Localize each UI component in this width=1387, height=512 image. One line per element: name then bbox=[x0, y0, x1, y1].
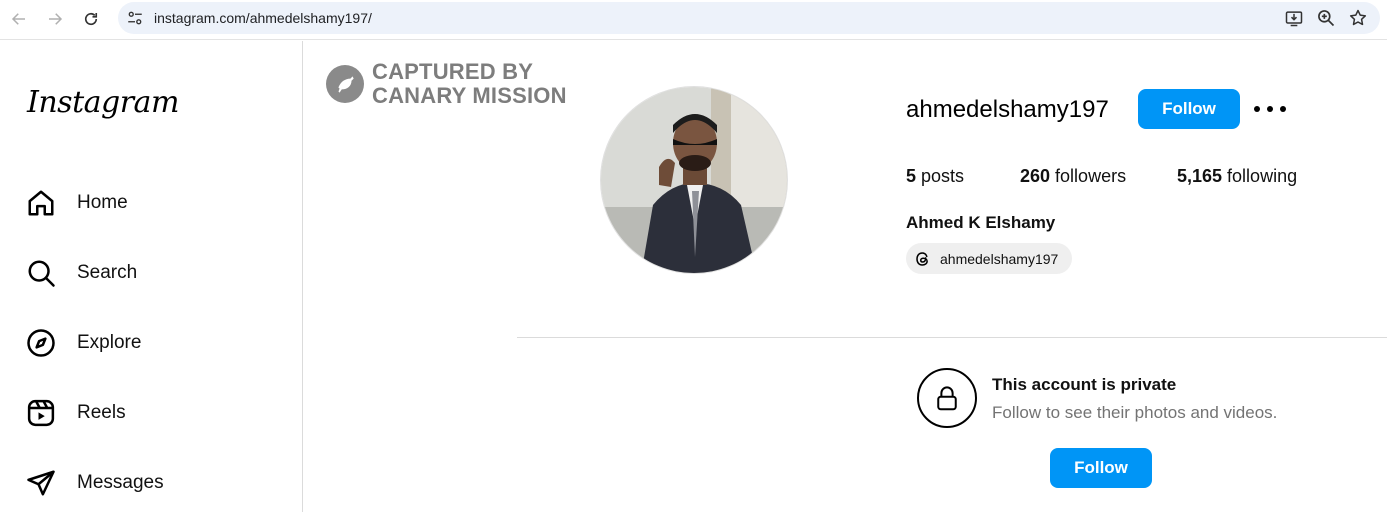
lock-icon bbox=[917, 368, 977, 428]
bookmark-star-icon[interactable] bbox=[1348, 8, 1368, 28]
following-count-label: following bbox=[1222, 166, 1298, 186]
sidebar-item-search[interactable]: Search bbox=[26, 253, 276, 293]
reels-icon bbox=[27, 399, 55, 427]
back-arrow-icon[interactable] bbox=[6, 6, 32, 32]
messages-icon bbox=[27, 470, 55, 496]
profile-avatar[interactable] bbox=[600, 86, 788, 274]
install-app-icon[interactable] bbox=[1284, 8, 1304, 28]
address-bar[interactable]: instagram.com/ahmedelshamy197/ bbox=[118, 2, 1380, 34]
forward-arrow-icon[interactable] bbox=[42, 6, 68, 32]
posts-count: 5 posts bbox=[906, 166, 964, 187]
url-text[interactable]: instagram.com/ahmedelshamy197/ bbox=[154, 10, 372, 26]
followers-count-value: 260 bbox=[1020, 166, 1051, 186]
follow-button[interactable]: Follow bbox=[1138, 89, 1240, 129]
browser-toolbar: instagram.com/ahmedelshamy197/ bbox=[0, 0, 1387, 40]
sidebar-item-label: Search bbox=[77, 262, 138, 283]
site-settings-icon[interactable] bbox=[126, 9, 144, 27]
watermark-line-1: CAPTURED BY bbox=[372, 59, 534, 84]
reload-icon[interactable] bbox=[78, 6, 104, 32]
following-count-value: 5,165 bbox=[1177, 166, 1223, 186]
following-count[interactable]: 5,165 following bbox=[1177, 166, 1297, 187]
compass-icon bbox=[27, 329, 55, 357]
private-account-subtitle: Follow to see their photos and videos. bbox=[992, 403, 1278, 422]
instagram-logo[interactable]: Instagram bbox=[27, 85, 179, 120]
posts-count-value: 5 bbox=[906, 166, 917, 186]
sidebar-item-label: Messages bbox=[77, 472, 164, 493]
zoom-icon[interactable] bbox=[1316, 8, 1336, 28]
sidebar-item-label: Reels bbox=[77, 402, 126, 423]
threads-icon bbox=[916, 251, 928, 266]
posts-count-label: posts bbox=[916, 166, 965, 186]
profile-divider bbox=[517, 337, 1387, 338]
sidebar-item-home[interactable]: Home bbox=[26, 183, 276, 223]
sidebar-item-reels[interactable]: Reels bbox=[26, 393, 276, 433]
sidebar-item-messages[interactable]: Messages bbox=[26, 463, 276, 503]
profile-full-name: Ahmed K Elshamy bbox=[906, 213, 1056, 232]
canary-bird-icon bbox=[326, 65, 364, 103]
watermark: CAPTURED BY CANARY MISSION bbox=[326, 60, 567, 108]
watermark-line-2: CANARY MISSION bbox=[372, 83, 567, 108]
sidebar-item-label: Home bbox=[77, 192, 128, 213]
sidebar: Instagram Home Search Explore Reels Mess… bbox=[0, 41, 303, 512]
followers-count[interactable]: 260 followers bbox=[1020, 166, 1126, 187]
threads-handle: ahmedelshamy197 bbox=[940, 250, 1059, 267]
search-icon bbox=[28, 260, 55, 287]
home-icon bbox=[28, 190, 54, 216]
sidebar-item-label: Explore bbox=[77, 332, 142, 353]
followers-count-label: followers bbox=[1050, 166, 1127, 186]
sidebar-item-explore[interactable]: Explore bbox=[26, 323, 276, 363]
threads-badge[interactable]: ahmedelshamy197 bbox=[906, 243, 1072, 274]
follow-button-secondary[interactable]: Follow bbox=[1050, 448, 1152, 488]
private-account-title: This account is private bbox=[992, 375, 1177, 394]
more-options-icon[interactable] bbox=[1254, 100, 1286, 118]
profile-username: ahmedelshamy197 bbox=[906, 96, 1109, 123]
